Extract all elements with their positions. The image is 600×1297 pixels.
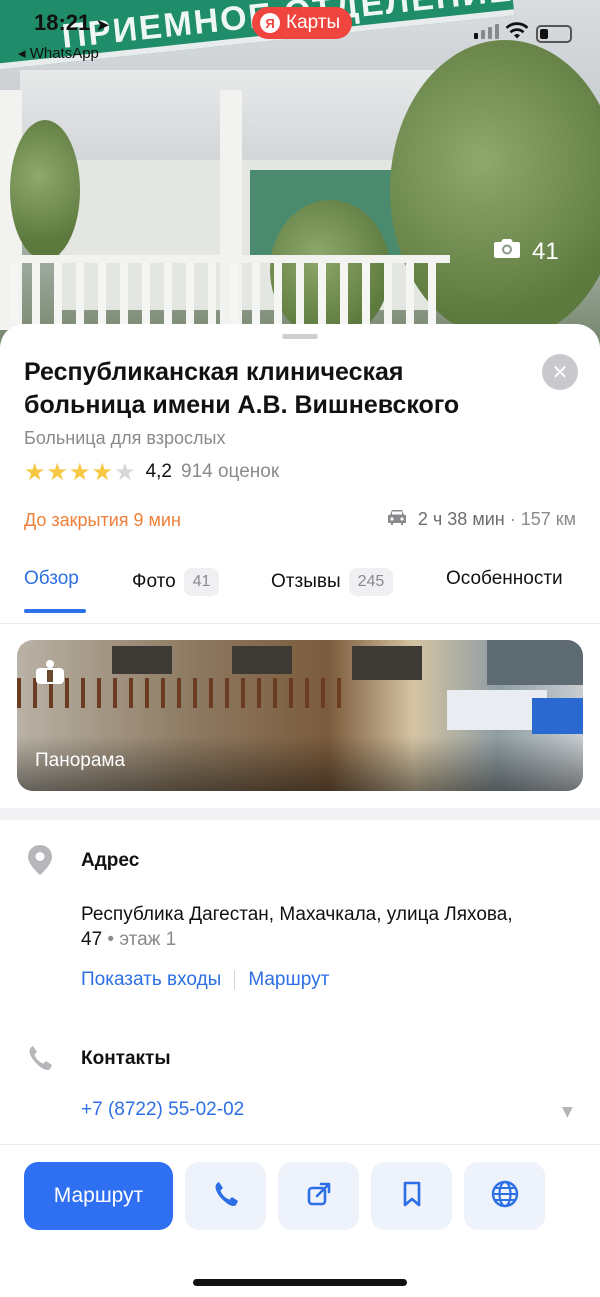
rating-value: 4,2: [145, 461, 172, 482]
panorama-icon: [33, 658, 67, 697]
sheet-grabber[interactable]: [282, 334, 318, 339]
contacts-heading: Контакты: [81, 1048, 171, 1069]
tab-badge: 245: [348, 568, 394, 596]
back-to-app-link[interactable]: ◂ WhatsApp: [18, 44, 99, 62]
panorama-window: [487, 640, 583, 685]
share-button[interactable]: [278, 1162, 359, 1230]
star-icon: ★: [46, 458, 69, 486]
location-pin-icon: [26, 844, 54, 881]
panorama-window: [232, 646, 292, 674]
phone-handset-icon: [26, 1044, 54, 1077]
yandex-logo-icon: Я: [260, 13, 280, 33]
bookmark-button[interactable]: [371, 1162, 452, 1230]
maps-app-label: Карты: [286, 12, 341, 33]
cellular-signal-icon: [474, 24, 499, 39]
chevron-down-icon[interactable]: ▼: [562, 1104, 573, 1120]
place-title: Республиканская клиническая больница име…: [24, 358, 460, 419]
rating-count: 914 оценок: [181, 461, 280, 482]
route-button[interactable]: Маршрут: [24, 1162, 173, 1230]
panorama-window: [112, 646, 172, 674]
travel-distance: · 157 км: [509, 509, 576, 529]
section-divider: [0, 808, 600, 820]
rating-row[interactable]: ★ ★ ★ ★ ★ 4,2 914 оценок: [24, 460, 279, 484]
route-link[interactable]: Маршрут: [248, 969, 329, 991]
close-icon: ✕: [551, 360, 569, 384]
address-floor: • этаж 1: [102, 929, 177, 950]
rating-stars: ★ ★ ★ ★ ★: [24, 460, 136, 484]
tab-bar: Обзор Фото 41 Отзывы 245 Особенности: [0, 564, 600, 624]
close-button[interactable]: ✕: [542, 354, 578, 390]
tab-active-indicator: [24, 609, 86, 613]
tab-reviews[interactable]: Отзывы 245: [271, 568, 394, 596]
tab-badge: 41: [183, 568, 220, 596]
car-icon: [386, 508, 408, 531]
tab-overview[interactable]: Обзор: [24, 568, 79, 590]
share-icon: [305, 1180, 333, 1213]
bookmark-icon: [400, 1180, 424, 1213]
tab-features[interactable]: Особенности: [446, 568, 563, 590]
panorama-window: [352, 646, 422, 680]
action-bar: Маршрут: [24, 1162, 545, 1230]
location-arrow-icon: ➤: [96, 17, 109, 34]
battery-icon: [536, 25, 572, 43]
place-category: Больница для взрослых: [24, 428, 226, 448]
tab-photos[interactable]: Фото 41: [132, 568, 220, 596]
globe-icon: [490, 1179, 520, 1214]
star-icon: ★: [69, 458, 91, 486]
address-links: Показать входы Маршрут: [81, 969, 329, 991]
star-empty-icon: ★: [114, 458, 136, 486]
call-button[interactable]: [185, 1162, 266, 1230]
panorama-card[interactable]: Панорама: [17, 640, 583, 791]
photo-railing: [10, 255, 450, 325]
address-heading: Адрес: [81, 850, 140, 871]
website-button[interactable]: [464, 1162, 545, 1230]
home-indicator[interactable]: [193, 1279, 407, 1286]
closing-status: До закрытия 9 мин: [24, 510, 181, 530]
travel-time: 2 ч 38 мин: [417, 509, 505, 529]
travel-info: 2 ч 38 мин · 157 км: [386, 508, 576, 531]
status-bar: 18:21 ➤ ◂ WhatsApp Я Карты: [0, 0, 600, 70]
actions-divider: [0, 1144, 600, 1145]
panorama-label: Панорама: [35, 750, 126, 771]
star-icon: ★: [24, 458, 46, 486]
star-icon: ★: [91, 458, 114, 486]
show-entrances-link[interactable]: Показать входы: [81, 969, 221, 991]
photo-count: 41: [532, 237, 559, 265]
status-time: 18:21 ➤: [34, 10, 109, 35]
phone-icon: [212, 1180, 240, 1213]
address-text[interactable]: Республика Дагестан, Махачкала, улица Ля…: [81, 902, 561, 952]
place-card-sheet: ✕ Республиканская клиническая больница и…: [0, 324, 600, 1297]
link-separator: [234, 970, 236, 990]
wifi-icon: [505, 22, 529, 45]
phone-number-link[interactable]: +7 (8722) 55-02-02: [81, 1099, 244, 1121]
panorama-signboard: [532, 698, 583, 734]
camera-icon: [492, 236, 522, 267]
maps-app-pill[interactable]: Я Карты: [252, 7, 353, 39]
photo-tree: [10, 120, 80, 260]
photo-counter[interactable]: 41: [492, 236, 559, 267]
